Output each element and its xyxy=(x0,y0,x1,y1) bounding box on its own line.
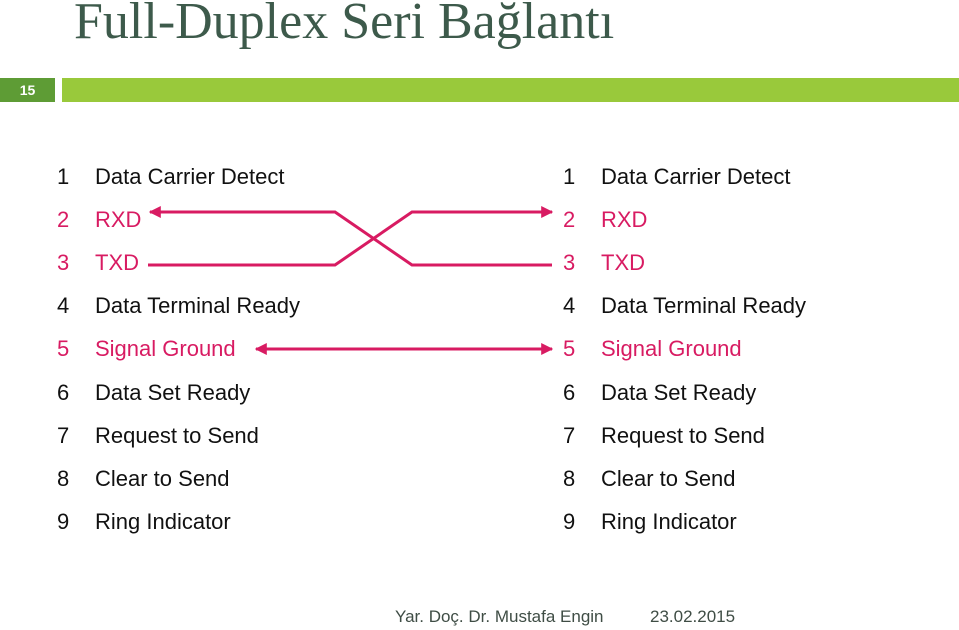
pin-number: 9 xyxy=(57,509,70,535)
pin-number: 3 xyxy=(57,249,70,275)
pin-label: Data Terminal Ready xyxy=(95,293,301,319)
pin-label: Signal Ground xyxy=(601,336,742,362)
right-pin-row: 7 Request to Send xyxy=(563,414,806,457)
pin-label: Data Carrier Detect xyxy=(601,163,791,189)
pin-label: Ring Indicator xyxy=(601,509,737,535)
pin-label: Data Set Ready xyxy=(95,379,251,405)
pin-number: 2 xyxy=(57,206,70,232)
pin-number: 5 xyxy=(57,336,70,362)
footer-author: Yar. Doç. Dr. Mustafa Engin xyxy=(395,607,604,626)
left-pin-row: 3 TXD xyxy=(57,241,300,284)
left-pin-row: 7 Request to Send xyxy=(57,414,300,457)
pin-label: TXD xyxy=(95,249,139,275)
pin-number: 4 xyxy=(57,293,70,319)
pin-number: 1 xyxy=(563,163,576,189)
pin-number: 6 xyxy=(57,379,70,405)
pin-number: 1 xyxy=(57,163,70,189)
pin-number: 7 xyxy=(563,422,576,448)
slide-number: 15 xyxy=(0,78,55,102)
left-connector-pin-list: 1 Data Carrier Detect 2 RXD 3 TXD 4 Data Ter… xyxy=(57,155,300,544)
pin-number: 8 xyxy=(57,465,70,491)
right-pin-row: 8 Clear to Send xyxy=(563,457,806,500)
right-pin-row: 5 Signal Ground xyxy=(563,328,806,371)
left-pin-row: 9 Ring Indicator xyxy=(57,501,300,544)
pin-number: 2 xyxy=(563,206,576,232)
pin-label: RXD xyxy=(601,206,648,232)
left-pin-row: 4 Data Terminal Ready xyxy=(57,285,300,328)
left-pin-row: 6 Data Set Ready xyxy=(57,371,300,414)
pin-number: 4 xyxy=(563,293,576,319)
pin-label: Request to Send xyxy=(95,422,259,448)
slide-title: Full-Duplex Seri Bağlantı xyxy=(74,0,615,50)
right-pin-row: 2 RXD xyxy=(563,198,806,241)
pin-label: TXD xyxy=(601,249,645,275)
left-pin-row: 1 Data Carrier Detect xyxy=(57,155,300,198)
pin-label: Ring Indicator xyxy=(95,509,231,535)
pin-label: Clear to Send xyxy=(95,465,230,491)
pin-label: Clear to Send xyxy=(601,465,736,491)
pin-number: 8 xyxy=(563,465,576,491)
pin-label: Request to Send xyxy=(601,422,765,448)
pin-label: Data Carrier Detect xyxy=(95,163,285,189)
left-pin-row: 5 Signal Ground xyxy=(57,328,300,371)
pin-label: Signal Ground xyxy=(95,336,236,362)
pin-number: 6 xyxy=(563,379,576,405)
right-pin-row: 6 Data Set Ready xyxy=(563,371,806,414)
right-pin-row: 1 Data Carrier Detect xyxy=(563,155,806,198)
right-connector-pin-list: 1 Data Carrier Detect 2 RXD 3 TXD 4 Data Ter… xyxy=(563,155,806,544)
pin-label: Data Terminal Ready xyxy=(601,293,807,319)
pin-number: 7 xyxy=(57,422,70,448)
right-pin-row: 9 Ring Indicator xyxy=(563,501,806,544)
pin-number: 5 xyxy=(563,336,576,362)
pin-number: 9 xyxy=(563,509,576,535)
pin-label: Data Set Ready xyxy=(601,379,757,405)
left-pin-row: 2 RXD xyxy=(57,198,300,241)
left-pin-row: 8 Clear to Send xyxy=(57,457,300,500)
header-bar xyxy=(62,78,959,102)
pin-number: 3 xyxy=(563,249,576,275)
right-pin-row: 4 Data Terminal Ready xyxy=(563,285,806,328)
pin-label: RXD xyxy=(95,206,142,232)
footer-date: 23.02.2015 xyxy=(650,607,736,626)
right-pin-row: 3 TXD xyxy=(563,241,806,284)
slide-number-text: 15 xyxy=(19,82,36,98)
